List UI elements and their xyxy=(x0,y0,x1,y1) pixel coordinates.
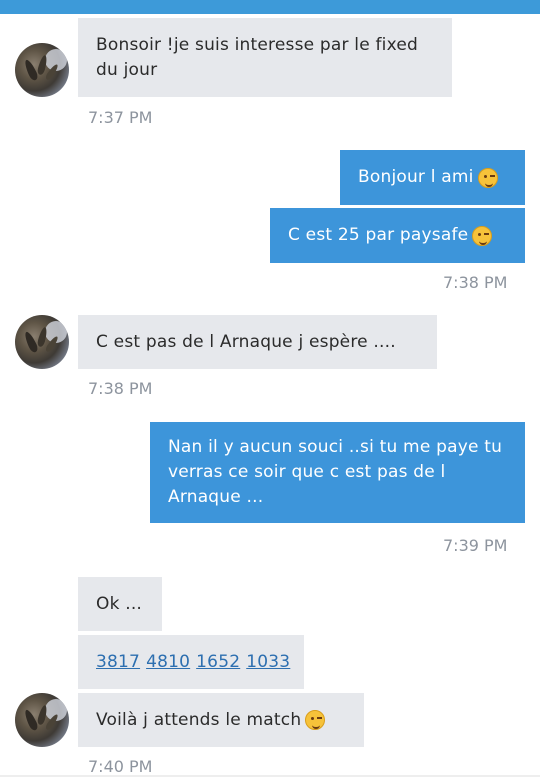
incoming-message-bubble[interactable]: C est pas de l Arnaque j espère .... xyxy=(78,315,437,369)
message-text: Ok ... xyxy=(96,593,143,614)
message-text: Nan il y aucun souci ..si tu me paye tu … xyxy=(168,437,503,507)
message-text: Bonjour l ami xyxy=(358,167,474,187)
code-link[interactable]: 3817 xyxy=(96,650,140,675)
message-text: C est pas de l Arnaque j espère .... xyxy=(96,331,396,352)
bottom-divider xyxy=(0,775,540,777)
incoming-message-bubble[interactable]: Voilà j attends le match xyxy=(78,693,364,747)
winking-face-emoji-icon xyxy=(305,710,326,730)
contact-avatar[interactable] xyxy=(15,315,69,369)
code-link[interactable]: 1033 xyxy=(246,650,290,675)
code-link[interactable]: 4810 xyxy=(146,650,190,675)
message-text: Voilà j attends le match xyxy=(96,709,302,730)
winking-face-emoji-icon xyxy=(477,167,498,188)
outgoing-message-bubble[interactable]: Bonjour l ami xyxy=(340,150,525,205)
message-text: C est 25 par paysafe xyxy=(288,225,469,245)
code-link[interactable]: 1652 xyxy=(196,650,240,675)
outgoing-message-bubble[interactable]: C est 25 par paysafe xyxy=(270,208,525,263)
message-text: Bonsoir !je suis interesse par le fixed … xyxy=(96,34,418,80)
contact-avatar[interactable] xyxy=(15,693,69,747)
message-timestamp: 7:39 PM xyxy=(443,536,508,555)
winking-face-emoji-icon xyxy=(472,225,493,246)
incoming-message-bubble[interactable]: Ok ... xyxy=(78,577,162,631)
contact-avatar[interactable] xyxy=(15,43,69,97)
incoming-message-bubble[interactable]: 3817 4810 1652 1033 xyxy=(78,635,304,689)
top-bar xyxy=(0,0,540,14)
incoming-message-bubble[interactable]: Bonsoir !je suis interesse par le fixed … xyxy=(78,18,452,97)
message-timestamp: 7:37 PM xyxy=(88,108,153,127)
outgoing-message-bubble[interactable]: Nan il y aucun souci ..si tu me paye tu … xyxy=(150,422,525,523)
message-timestamp: 7:38 PM xyxy=(88,379,153,398)
message-timestamp: 7:40 PM xyxy=(88,757,153,776)
message-timestamp: 7:38 PM xyxy=(443,273,508,292)
